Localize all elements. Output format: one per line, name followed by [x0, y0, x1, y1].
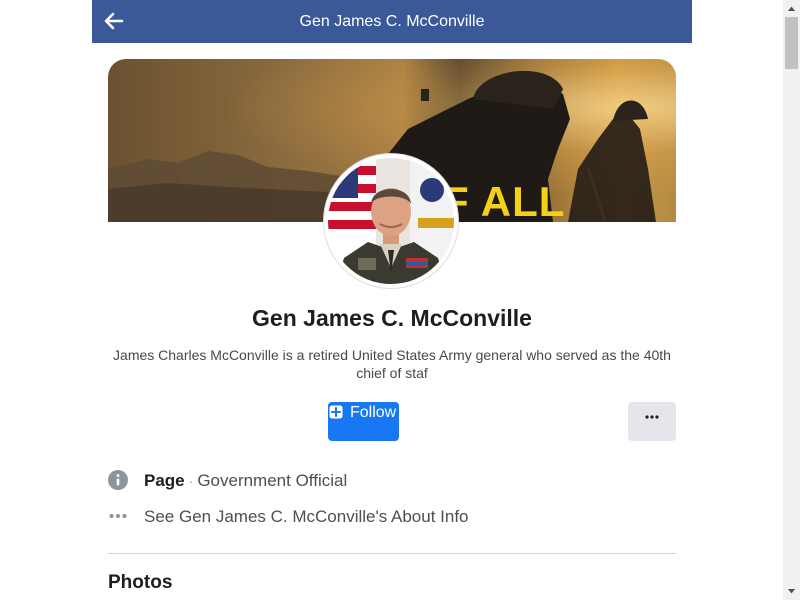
page-category-text: Page · Government Official — [144, 471, 347, 491]
scrollbar-thumb[interactable] — [785, 17, 798, 69]
vertical-scrollbar[interactable] — [783, 0, 800, 600]
photos-section-title: Photos — [108, 572, 173, 593]
page-type-label: Page — [144, 471, 185, 490]
separator-dot: · — [188, 473, 194, 489]
page-category: Government Official — [197, 471, 348, 490]
scroll-up-button[interactable] — [783, 0, 800, 17]
follow-button-label: Follow — [350, 404, 397, 421]
avatar-portrait — [328, 158, 454, 284]
top-navigation-bar: Gen James C. McConville — [92, 0, 692, 43]
scroll-down-button[interactable] — [783, 583, 800, 600]
profile-name: Gen James C. McConville — [252, 305, 532, 331]
more-options-button[interactable] — [628, 402, 676, 441]
page-category-row: Page · Government Official — [108, 468, 676, 492]
plus-square-icon — [329, 405, 343, 419]
section-divider — [108, 553, 676, 554]
follow-button[interactable]: Follow — [328, 402, 399, 441]
header-title: Gen James C. McConville — [299, 13, 485, 30]
caret-down-icon — [788, 589, 795, 594]
ellipsis-icon — [109, 514, 127, 518]
profile-avatar[interactable] — [324, 154, 458, 288]
info-circle-icon — [108, 470, 128, 490]
caret-up-icon — [788, 6, 795, 11]
cover-overlay-text: F ALL — [443, 178, 566, 223]
about-info-link[interactable]: See Gen James C. McConville's About Info — [108, 504, 676, 528]
ellipsis-icon — [645, 415, 659, 419]
page: Gen James C. McConville F ALL Gen James … — [0, 0, 800, 600]
profile-bio: James Charles McConville is a retired Un… — [113, 347, 671, 381]
about-info-text[interactable]: See Gen James C. McConville's About Info — [144, 507, 469, 527]
